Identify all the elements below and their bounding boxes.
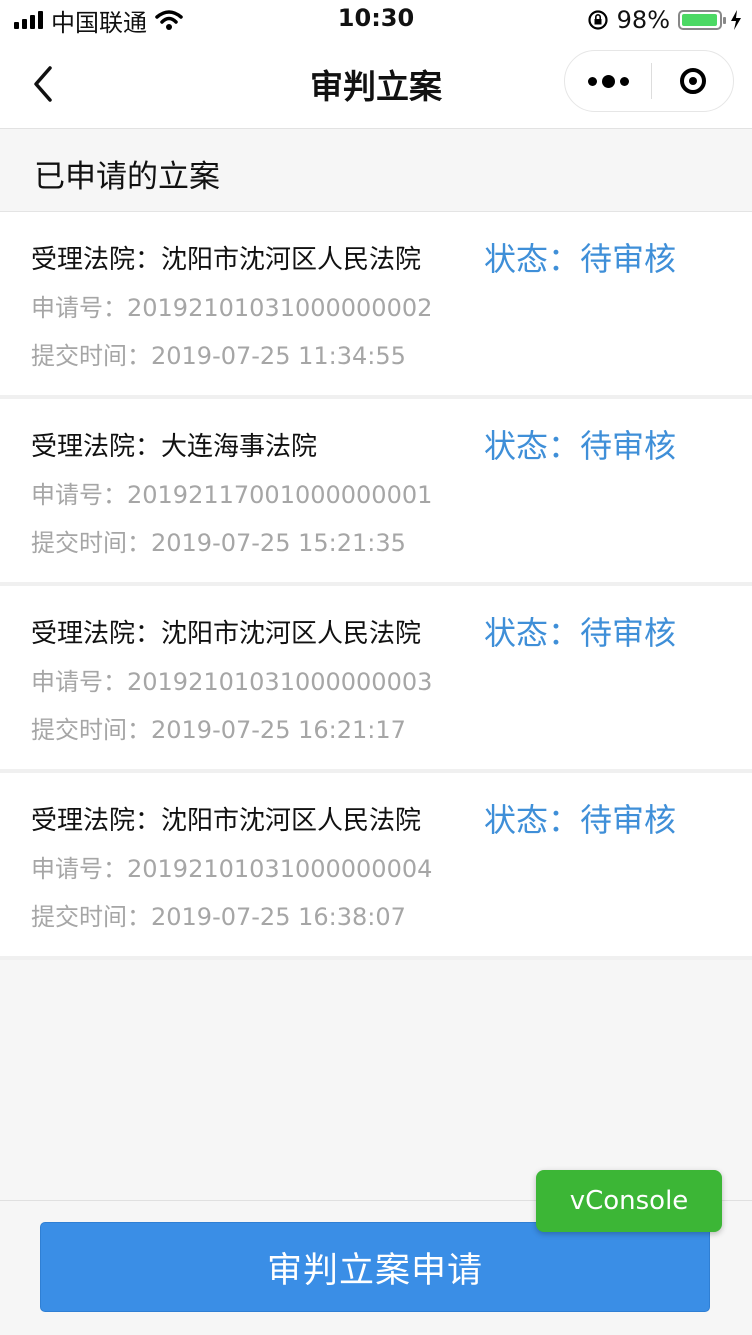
case-application-number: 申请号：20192101031000000004: [31, 855, 433, 883]
more-dots-icon[interactable]: [565, 51, 651, 111]
section-title: 已申请的立案: [34, 159, 220, 195]
navigation-bar: 审判立案: [0, 40, 752, 129]
case-submit-time: 提交时间：2019-07-25 16:38:07: [31, 903, 406, 931]
case-status: 状态：待审核: [484, 801, 677, 839]
case-application-number: 申请号：20192101031000000002: [31, 294, 433, 322]
case-item[interactable]: 受理法院：沈阳市沈河区人民法院 状态：待审核 申请号：2019210103100…: [0, 773, 752, 960]
submit-filing-button[interactable]: 审判立案申请: [40, 1222, 710, 1312]
battery-fill: [682, 14, 718, 26]
case-application-number: 申请号：20192101031000000003: [31, 668, 433, 696]
case-item[interactable]: 受理法院：大连海事法院 状态：待审核 申请号：20192117001000000…: [0, 399, 752, 586]
rotation-lock-icon: [588, 10, 608, 30]
battery-percent: 98%: [616, 6, 670, 34]
case-submit-time: 提交时间：2019-07-25 16:21:17: [31, 716, 406, 744]
case-status: 状态：待审核: [484, 240, 677, 278]
charging-icon: [731, 10, 741, 30]
case-court: 受理法院：大连海事法院: [31, 432, 318, 462]
battery-icon: [678, 10, 726, 30]
case-list: 受理法院：沈阳市沈河区人民法院 状态：待审核 申请号：2019210103100…: [0, 212, 752, 960]
miniprogram-capsule: [564, 50, 734, 112]
case-item[interactable]: 受理法院：沈阳市沈河区人民法院 状态：待审核 申请号：2019210103100…: [0, 212, 752, 399]
case-court: 受理法院：沈阳市沈河区人民法院: [31, 806, 422, 836]
case-status: 状态：待审核: [484, 427, 677, 465]
case-submit-time: 提交时间：2019-07-25 15:21:35: [31, 529, 406, 557]
vconsole-button[interactable]: vConsole: [536, 1170, 722, 1232]
case-court: 受理法院：沈阳市沈河区人民法院: [31, 619, 422, 649]
status-bar: 中国联通 10:30 98%: [0, 0, 752, 40]
status-bar-right: 98%: [587, 6, 742, 34]
case-status: 状态：待审核: [484, 614, 677, 652]
close-target-icon[interactable]: [652, 51, 734, 111]
case-submit-time: 提交时间：2019-07-25 11:34:55: [31, 342, 406, 370]
case-application-number: 申请号：20192117001000000001: [31, 481, 433, 509]
case-court: 受理法院：沈阳市沈河区人民法院: [31, 245, 422, 275]
case-item[interactable]: 受理法院：沈阳市沈河区人民法院 状态：待审核 申请号：2019210103100…: [0, 586, 752, 773]
section-header: 已申请的立案: [0, 129, 752, 212]
